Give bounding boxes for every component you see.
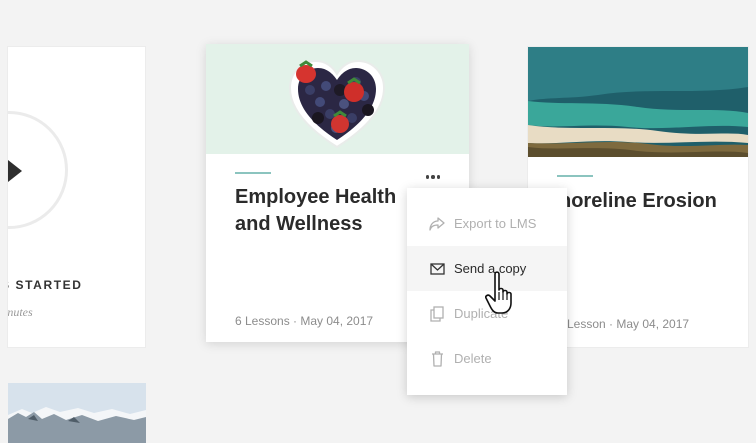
mountain-thumbnail bbox=[8, 383, 146, 443]
menu-item-send-a-copy[interactable]: Send a copy bbox=[407, 246, 567, 291]
dot-icon bbox=[436, 175, 441, 179]
dot-icon bbox=[425, 175, 430, 179]
heart-berries-thumbnail bbox=[206, 44, 469, 154]
menu-item-label: Export to LMS bbox=[454, 216, 537, 231]
course-title[interactable]: horeline Erosion bbox=[559, 188, 748, 215]
course-card-left[interactable]: S STARTED inutes bbox=[8, 47, 145, 347]
copy-icon bbox=[429, 305, 445, 322]
course-status-label: S STARTED bbox=[8, 278, 83, 292]
menu-item-export-to-lms[interactable]: Export to LMS bbox=[407, 201, 567, 246]
menu-item-delete[interactable]: Delete bbox=[407, 336, 567, 381]
play-icon[interactable] bbox=[8, 160, 22, 182]
more-options-button[interactable] bbox=[419, 168, 447, 186]
trash-icon bbox=[429, 350, 445, 367]
accent-line bbox=[235, 172, 271, 174]
course-meta: Lesson · May 04, 2017 bbox=[567, 317, 690, 331]
accent-line bbox=[557, 175, 593, 177]
course-meta: 6 Lessons · May 04, 2017 bbox=[235, 314, 374, 328]
menu-item-label: Send a copy bbox=[454, 261, 527, 276]
menu-item-label: Duplicate bbox=[454, 306, 509, 321]
menu-item-label: Delete bbox=[454, 351, 492, 366]
envelope-icon bbox=[429, 261, 445, 277]
course-duration: inutes bbox=[8, 305, 33, 319]
card-options-menu: Export to LMS Send a copy Duplicate Dele… bbox=[407, 188, 567, 395]
menu-item-duplicate[interactable]: Duplicate bbox=[407, 291, 567, 336]
share-arrow-icon bbox=[429, 216, 445, 232]
course-title[interactable]: Employee Health and Wellness bbox=[235, 184, 425, 238]
dot-icon bbox=[431, 175, 435, 179]
shoreline-thumbnail bbox=[528, 47, 748, 157]
course-card-bottom-left[interactable] bbox=[8, 383, 146, 443]
